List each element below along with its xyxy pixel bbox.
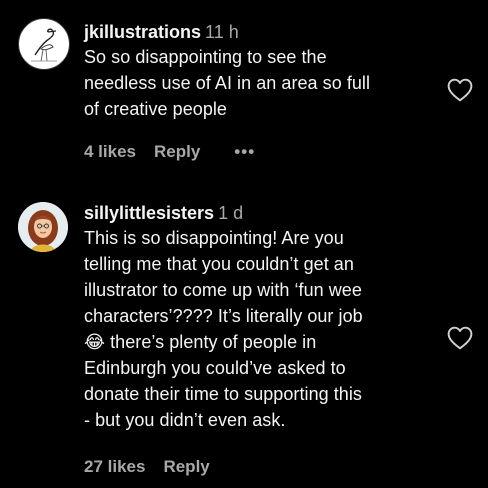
comment-jkillustrations: jkillustrations 11 h So so disappointing …: [0, 0, 488, 180]
comment-actions: 4 likes Reply •••: [84, 142, 255, 162]
comment-sillylittlesisters: sillylittlesisters 1 d This is so disappo…: [0, 180, 488, 488]
avatar[interactable]: [18, 202, 68, 252]
comment-actions: 27 likes Reply: [84, 457, 210, 477]
comment-line: Edinburgh you could’ve asked to: [84, 358, 346, 378]
username[interactable]: jkillustrations: [84, 22, 201, 42]
likes-count[interactable]: 4 likes: [84, 142, 136, 161]
like-heart-icon[interactable]: [447, 78, 473, 102]
comment-header: sillylittlesisters 1 d: [84, 201, 434, 225]
timestamp: 1 d: [218, 203, 244, 223]
comment-line: - but you didn’t even ask.: [84, 410, 286, 430]
comment-text: So so disappointing to see the needless …: [84, 44, 434, 122]
reply-button[interactable]: Reply: [163, 457, 209, 476]
comment-line: telling me that you couldn’t get an: [84, 254, 354, 274]
likes-count[interactable]: 27 likes: [84, 457, 145, 476]
comment-line: needless use of AI in an area so full: [84, 73, 371, 93]
comment-line: illustrator to come up with ‘fun wee: [84, 280, 362, 300]
comment-line: donate their time to supporting this: [84, 384, 362, 404]
comment-line: So so disappointing to see the: [84, 47, 327, 67]
illustrated-woman-avatar: [18, 202, 68, 252]
like-heart-icon[interactable]: [447, 326, 473, 350]
more-options-button[interactable]: •••: [234, 142, 255, 161]
timestamp: 11 h: [205, 22, 239, 42]
comment-header: jkillustrations 11 h: [84, 20, 434, 44]
comment-line: 😂 there’s plenty of people in: [84, 332, 317, 352]
comment-line: of creative people: [84, 99, 227, 119]
avatar[interactable]: [18, 18, 70, 70]
comment-body: sillylittlesisters 1 d This is so disappo…: [84, 201, 434, 433]
comment-line: characters’???? It’s literally our job: [84, 306, 363, 326]
heron-sketch-icon: [20, 20, 68, 68]
comment-body: jkillustrations 11 h So so disappointing …: [84, 20, 434, 122]
username[interactable]: sillylittlesisters: [84, 203, 214, 223]
comment-line: This is so disappointing! Are you: [84, 228, 344, 248]
comment-text: This is so disappointing! Are you tellin…: [84, 225, 434, 433]
reply-button[interactable]: Reply: [154, 142, 200, 161]
